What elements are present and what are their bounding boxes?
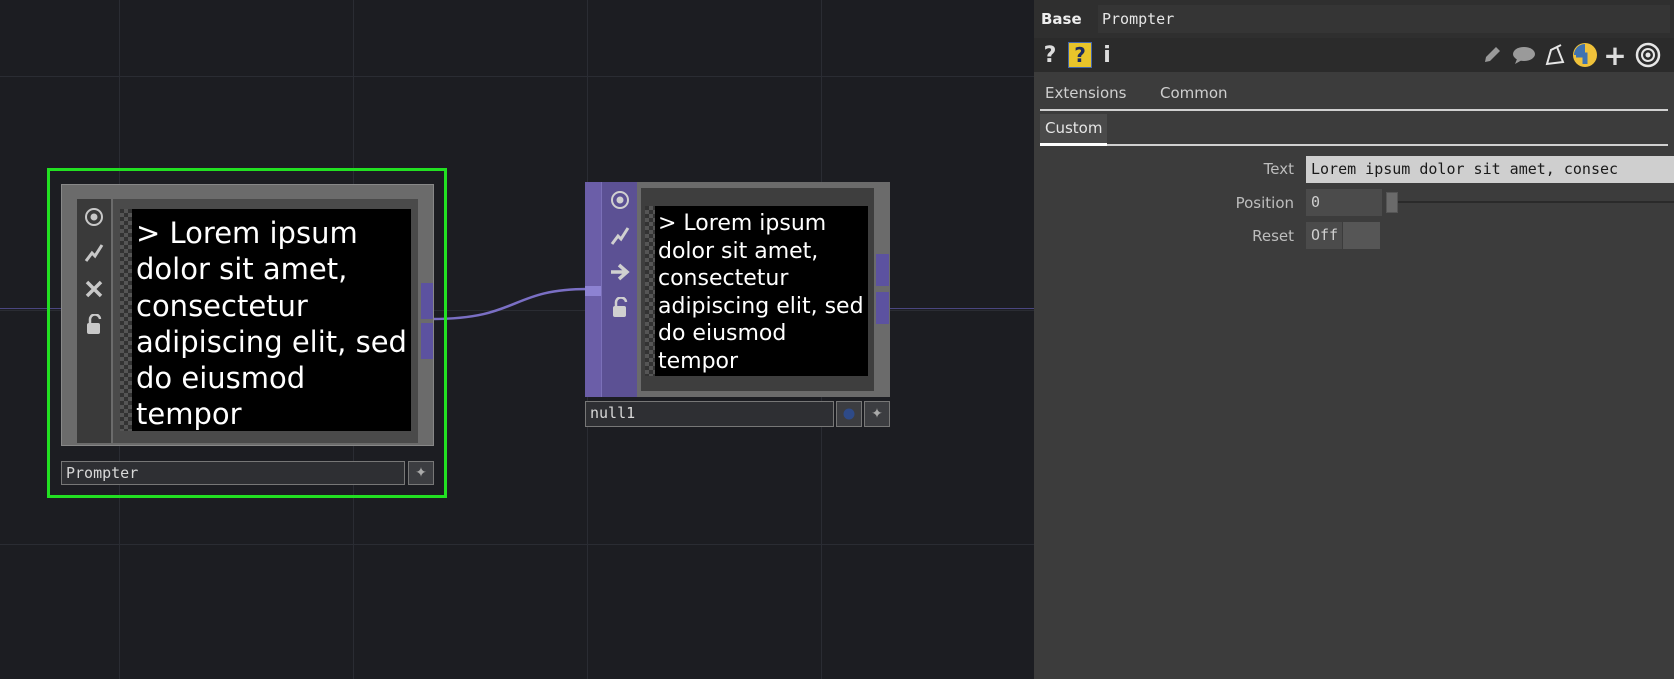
add-icon[interactable]: +: [1603, 39, 1627, 72]
reset-pulse-button[interactable]: [1343, 222, 1380, 249]
position-slider-handle[interactable]: [1386, 192, 1398, 213]
null-output-port-2[interactable]: [876, 292, 889, 324]
reset-param-label: Reset: [1252, 227, 1294, 245]
network-editor[interactable]: > Lorem ipsum dolor sit amet, consectetu…: [0, 0, 1034, 679]
prompter-output-port-1[interactable]: [421, 283, 433, 319]
prompter-viewer: > Lorem ipsum dolor sit amet, consectetu…: [132, 209, 411, 431]
prompter-node[interactable]: > Lorem ipsum dolor sit amet, consectetu…: [47, 168, 447, 498]
lock-icon[interactable]: [602, 290, 638, 326]
clone-icon[interactable]: [1542, 41, 1568, 69]
cook-icon[interactable]: [602, 218, 638, 254]
comment-icon[interactable]: [1510, 41, 1538, 69]
null-node-name[interactable]: null1: [585, 401, 834, 427]
edit-icon[interactable]: [1480, 41, 1504, 69]
null-viewer: > Lorem ipsum dolor sit amet, consectetu…: [655, 206, 868, 376]
parameter-panel: Base Prompter ? ? i + Extensions Common …: [1034, 0, 1674, 679]
prompter-node-add-button[interactable]: ✦: [408, 461, 434, 485]
text-param-label: Text: [1263, 160, 1294, 178]
null-node-add-button[interactable]: ✦: [864, 401, 890, 427]
cook-icon[interactable]: [77, 235, 111, 271]
viewer-icon[interactable]: [77, 199, 111, 235]
op-type-label: Base: [1041, 10, 1082, 28]
python-help-icon[interactable]: ?: [1067, 41, 1093, 69]
tab-extensions[interactable]: Extensions: [1045, 79, 1126, 107]
python-help-glyph: ?: [1068, 42, 1092, 68]
tab-row-1: Extensions Common: [1040, 79, 1668, 111]
panel-header: Base Prompter: [1034, 0, 1674, 38]
lock-icon[interactable]: [77, 307, 111, 343]
reset-param-field[interactable]: Off: [1306, 222, 1342, 249]
arrow-icon[interactable]: [602, 254, 638, 290]
null-node[interactable]: > Lorem ipsum dolor sit amet, consectetu…: [585, 182, 890, 428]
null-flag-column: [601, 182, 638, 397]
null-node-display-button[interactable]: [836, 401, 862, 427]
position-param-label: Position: [1235, 194, 1294, 212]
help-icon[interactable]: ?: [1041, 41, 1059, 69]
op-name-field[interactable]: Prompter: [1098, 5, 1670, 33]
bypass-icon[interactable]: [77, 271, 111, 307]
prompter-node-name[interactable]: Prompter: [61, 461, 405, 485]
tab-row-2: Custom: [1040, 114, 1668, 146]
prompter-flag-column: [77, 199, 111, 443]
tab-common[interactable]: Common: [1160, 79, 1228, 107]
python-icon[interactable]: [1572, 41, 1598, 69]
prompter-checker-strip: [120, 209, 132, 431]
panel-toolbar: ? ? i +: [1034, 38, 1674, 72]
info-icon[interactable]: i: [1100, 41, 1114, 69]
viewer-icon[interactable]: [1633, 41, 1663, 69]
position-slider-track[interactable]: [1386, 201, 1674, 203]
null-input-port[interactable]: [585, 286, 601, 296]
null-checker-strip: [645, 206, 655, 376]
prompter-output-port-2[interactable]: [421, 323, 433, 359]
null-output-port-1[interactable]: [876, 254, 889, 286]
text-param-field[interactable]: Lorem ipsum dolor sit amet, consec: [1306, 156, 1674, 183]
viewer-icon[interactable]: [602, 182, 638, 218]
position-param-field[interactable]: 0: [1306, 189, 1382, 216]
tab-custom[interactable]: Custom: [1040, 114, 1108, 146]
